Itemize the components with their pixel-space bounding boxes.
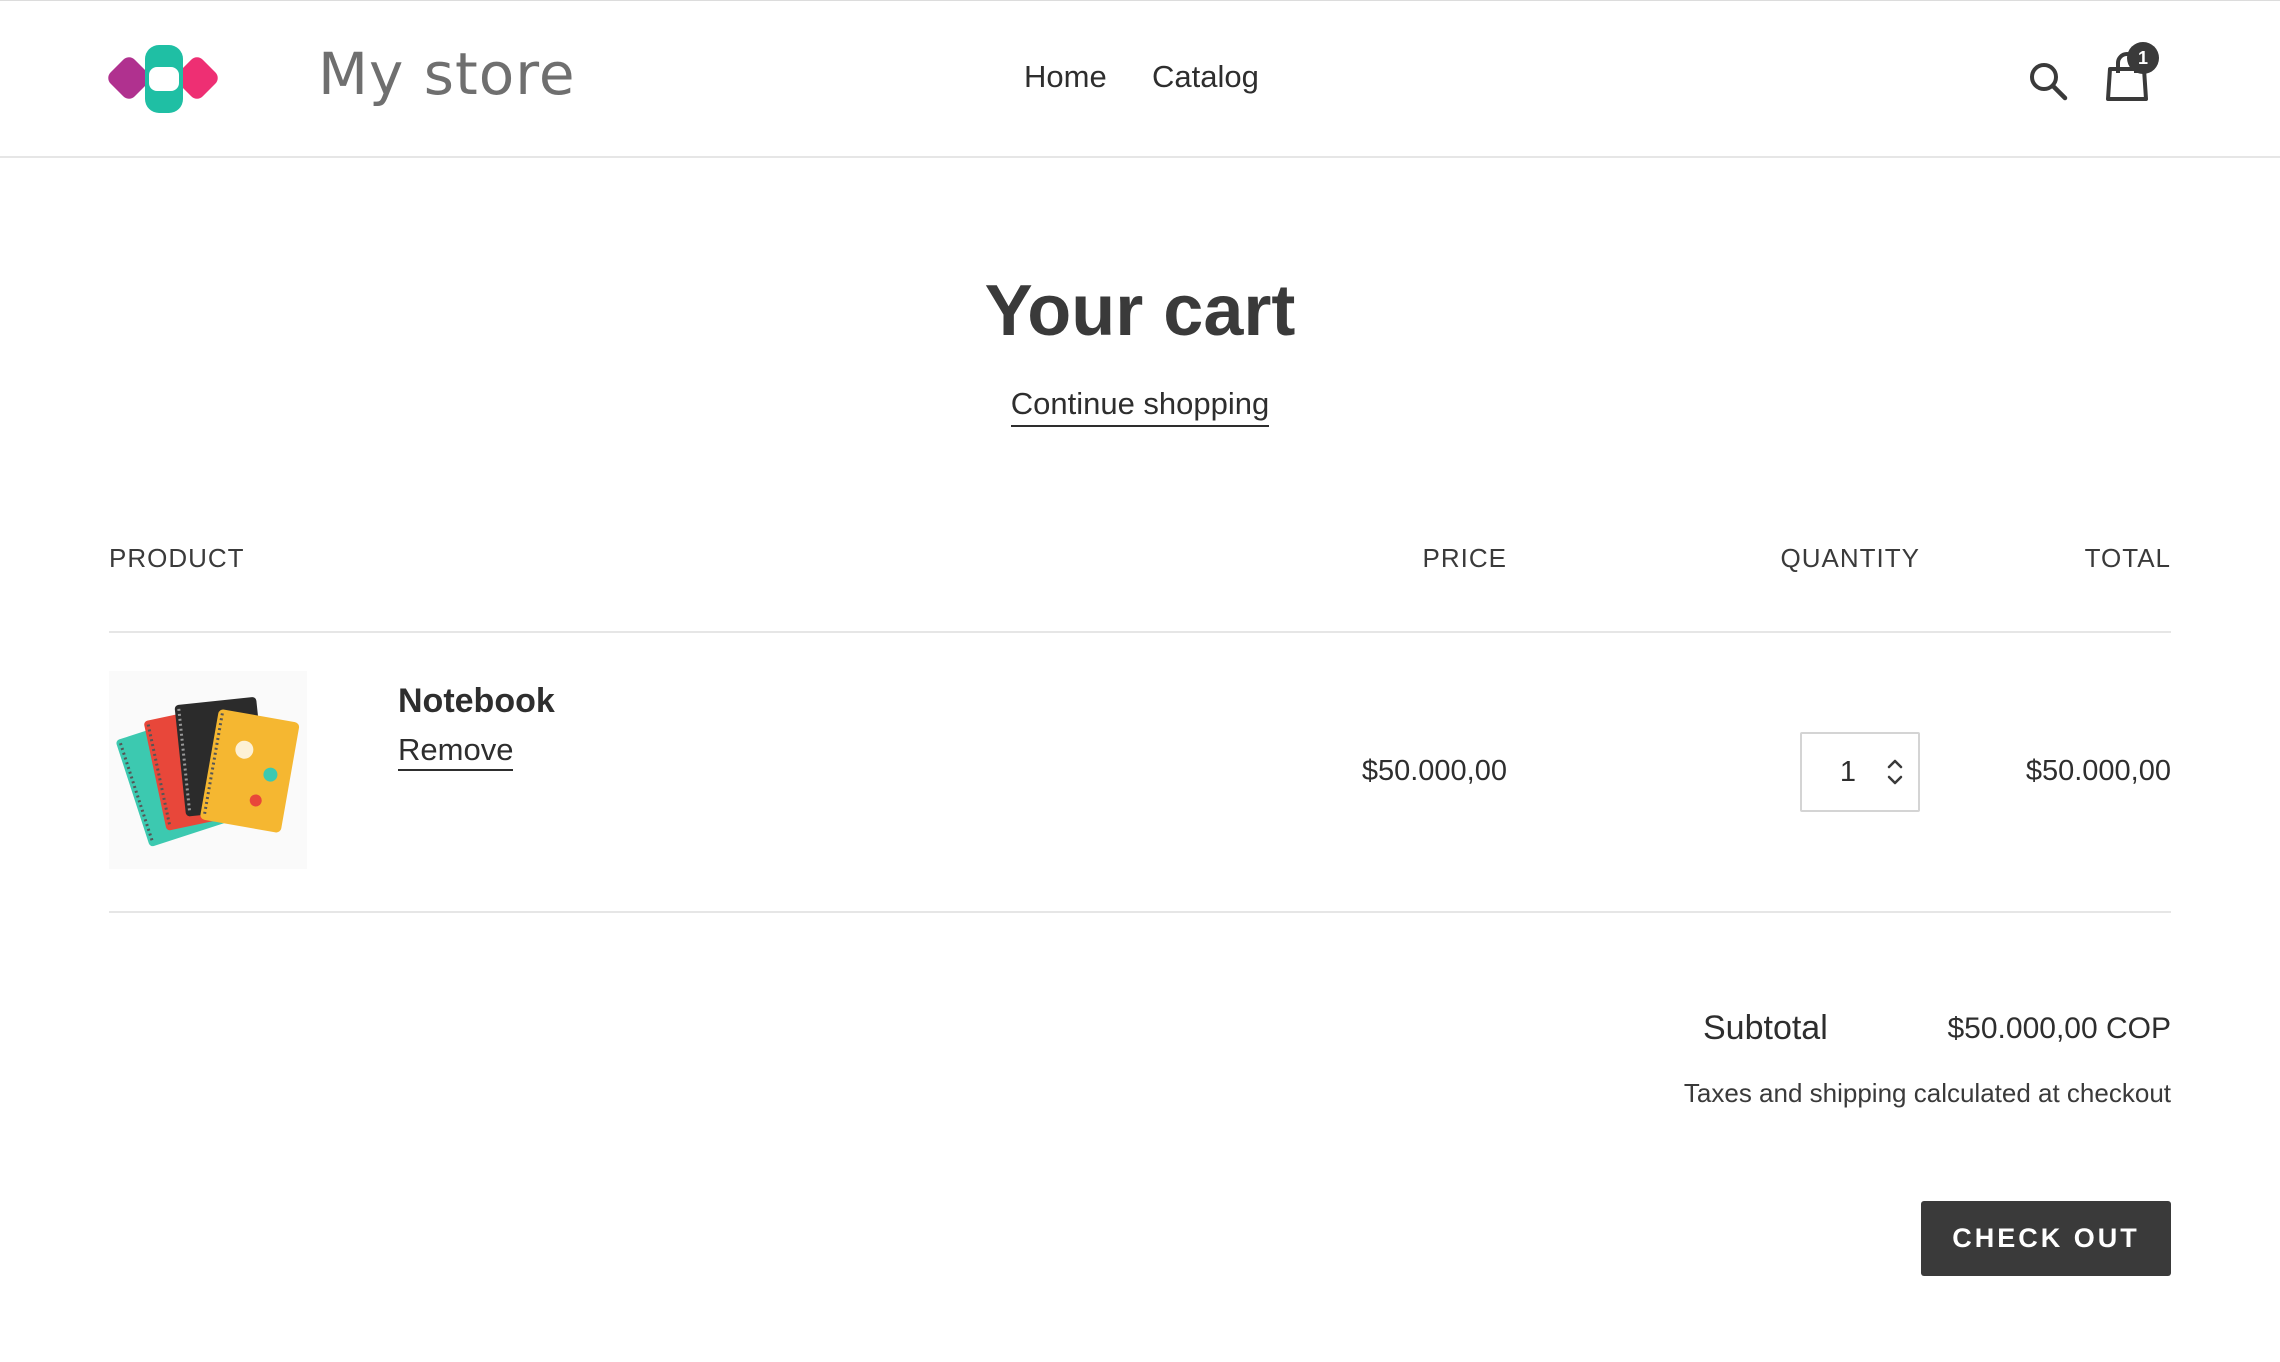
continue-shopping-wrap: Continue shopping xyxy=(0,385,2280,427)
table-divider-top xyxy=(109,631,2171,633)
checkout-button[interactable]: CHECK OUT xyxy=(1921,1201,2171,1276)
column-header-product: PRODUCT xyxy=(109,543,245,573)
column-header-quantity: QUANTITY xyxy=(1780,543,1920,573)
notebook-product-image[interactable] xyxy=(109,671,307,869)
search-icon[interactable] xyxy=(2026,59,2070,103)
page-title: Your cart xyxy=(984,271,1296,351)
product-price: $50.000,00 xyxy=(1361,755,1507,787)
table-divider-bottom xyxy=(109,911,2171,913)
product-name[interactable]: Notebook xyxy=(398,681,555,721)
quantity-value[interactable]: 1 xyxy=(1802,734,1894,810)
cart-count-badge[interactable]: 1 xyxy=(2127,42,2159,74)
subtotal-value: $50.000,00 COP xyxy=(1947,1012,2172,1045)
nav-home-link[interactable]: Home xyxy=(1024,57,1107,97)
column-header-total: TOTAL xyxy=(2084,543,2171,573)
remove-link[interactable]: Remove xyxy=(398,731,514,771)
line-total: $50.000,00 xyxy=(2025,755,2171,787)
quantity-input[interactable]: 1 xyxy=(1800,732,1920,812)
continue-shopping-link[interactable]: Continue shopping xyxy=(1010,385,1270,427)
nav-catalog-link[interactable]: Catalog xyxy=(1152,57,1259,97)
subtotal-label: Subtotal xyxy=(1703,1009,1828,1047)
store-logo-icon[interactable] xyxy=(108,39,220,119)
store-name[interactable]: My store xyxy=(318,39,576,109)
tax-note: Taxes and shipping calculated at checkou… xyxy=(1683,1078,2171,1108)
site-header: My store Home Catalog 1 xyxy=(0,1,2280,158)
page-frame: My store Home Catalog 1 Your cart Contin… xyxy=(0,0,2280,1362)
quantity-stepper-icon[interactable] xyxy=(1884,754,1906,790)
column-header-price: PRICE xyxy=(1422,543,1507,573)
